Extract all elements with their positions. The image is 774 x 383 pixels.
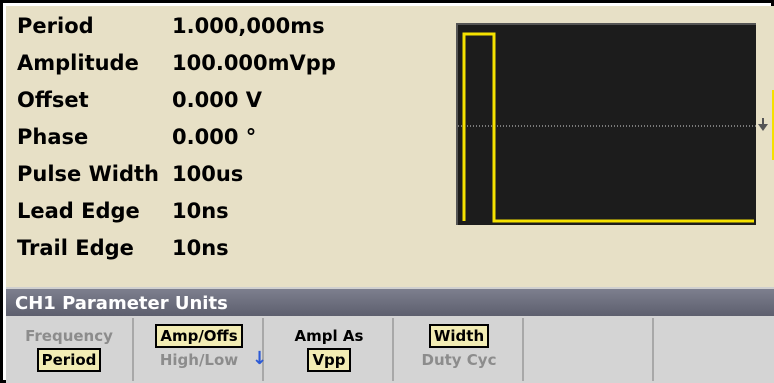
pulse-waveform: [458, 32, 758, 223]
waveform-display: [456, 23, 758, 225]
param-label: Phase: [17, 125, 89, 149]
param-label: Lead Edge: [17, 199, 140, 223]
param-label: Offset: [17, 88, 89, 112]
param-value: 10ns: [172, 236, 229, 260]
parameter-panel: Period 1.000,000ms Amplitude 100.000mVpp…: [6, 6, 774, 287]
softkey-option-frequency: Frequency: [25, 327, 113, 345]
softkey-option-amp-offs: Amp/Offs: [155, 324, 243, 348]
softkey-empty-line: [526, 324, 652, 348]
function-generator-screen: Period 1.000,000ms Amplitude 100.000mVpp…: [0, 0, 774, 383]
param-value: 0.000 °: [172, 125, 257, 149]
softkey-empty-6[interactable]: [656, 318, 774, 381]
softkey-option-period: Period: [36, 348, 102, 372]
softkey-amp-offs-high-low[interactable]: Amp/Offs High/Low ↓: [136, 318, 268, 381]
softkey-empty-line: [656, 324, 774, 348]
softkey-option-duty-cyc: Duty Cyc: [421, 351, 497, 369]
param-value: 10ns: [172, 199, 229, 223]
triangle-down-icon: [758, 118, 768, 131]
param-label: Period: [17, 14, 94, 38]
param-value: 1.000,000ms: [172, 14, 325, 38]
softkey-frequency-period[interactable]: Frequency Period: [6, 318, 134, 381]
param-value: 100.000mVpp: [172, 51, 336, 75]
param-value: 100us: [172, 162, 244, 186]
softkey-option-high-low: High/Low: [159, 351, 239, 369]
softkey-empty-5[interactable]: [526, 318, 654, 381]
param-label: Pulse Width: [17, 162, 159, 186]
softkey-option-vpp: Vpp: [307, 348, 351, 372]
softkey-label-ampl-as: Ampl As: [294, 327, 364, 345]
param-label: Trail Edge: [17, 236, 134, 260]
softkey-option-width: Width: [428, 324, 490, 348]
softkey-width-duty-cyc[interactable]: Width Duty Cyc: [396, 318, 524, 381]
pulse-trace: [462, 32, 754, 223]
param-label: Amplitude: [17, 51, 139, 75]
softkey-ampl-as[interactable]: Ampl As Vpp: [266, 318, 394, 381]
menu-title-bar: CH1 Parameter Units: [6, 287, 774, 316]
param-value: 0.000 V: [172, 88, 262, 112]
down-arrow-icon: ↓: [252, 348, 268, 369]
softkey-bar: Frequency Period Amp/Offs High/Low ↓ Amp…: [6, 316, 774, 383]
